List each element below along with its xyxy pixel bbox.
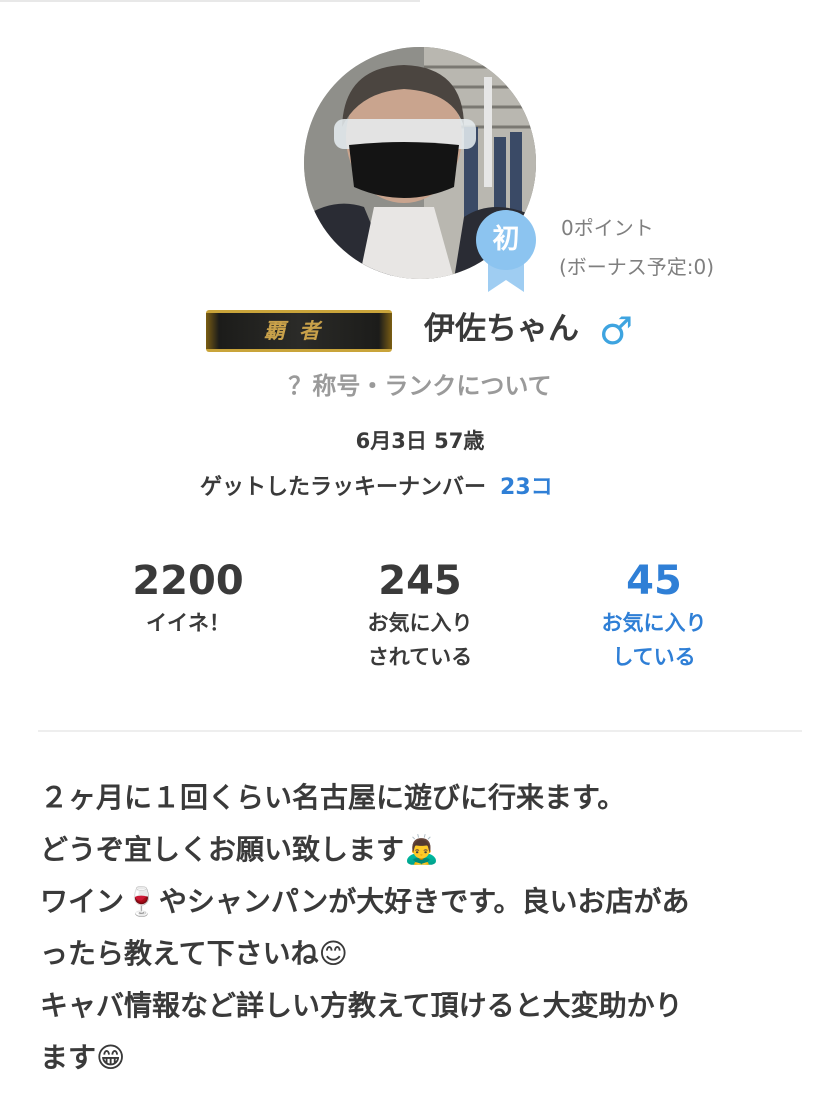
stat-label: イイネ！ [146,611,230,635]
bio-line: ２ヶ月に１回くらい名古屋に遊びに行来ます。 [40,781,626,814]
section-divider [38,730,802,732]
points-text: 0ポイント [561,216,654,240]
stat-value[interactable]: 45 [544,556,764,606]
birthday-age: 6月3日 57歳 [355,429,485,453]
bio-line: どうぞ宜しくお願い致します🙇‍♂️ [40,833,439,866]
lucky-number-row: ゲットしたラッキーナンバー 23コ [200,470,660,506]
username: 伊佐ちゃん [424,311,579,347]
title-plate-text: 覇者 [264,318,334,343]
stat-label[interactable]: お気に入り [544,606,764,640]
stat-favorited-by: 245 お気に入り されている [310,556,530,674]
stat-favoriting[interactable]: 45 お気に入り している [544,556,764,674]
bio-text: ２ヶ月に１回くらい名古屋に遊びに行来ます。 どうぞ宜しくお願い致します🙇‍♂️ … [40,772,810,1084]
top-divider [0,0,420,2]
bio-line: ったら教えて下さいね😊 [40,937,348,970]
stat-label-line2: されている [367,645,473,669]
bio-line: ます😁 [40,1041,126,1074]
stat-value: 2200 [132,558,244,604]
stat-likes: 2200 イイネ！ [78,556,298,640]
stat-label: お気に入り [367,611,473,635]
lucky-number-count[interactable]: 23コ [500,475,553,500]
rank-badge-label: 初 [492,224,520,255]
stat-value: 245 [378,558,462,604]
male-icon: ♂ [599,309,634,353]
rank-info-link[interactable]: ？称号・ランクについて [0,368,840,404]
bio-line: キャバ情報など詳しい方教えて頂けると大変助かり [40,989,683,1022]
bio-line: ワイン🍷やシャンパンが大好きです。良いお店があ [40,885,690,918]
stat-label-line2[interactable]: している [544,640,764,674]
lucky-number-label: ゲットしたラッキーナンバー [200,475,487,500]
bonus-text: (ボーナス予定:0) [559,255,715,279]
